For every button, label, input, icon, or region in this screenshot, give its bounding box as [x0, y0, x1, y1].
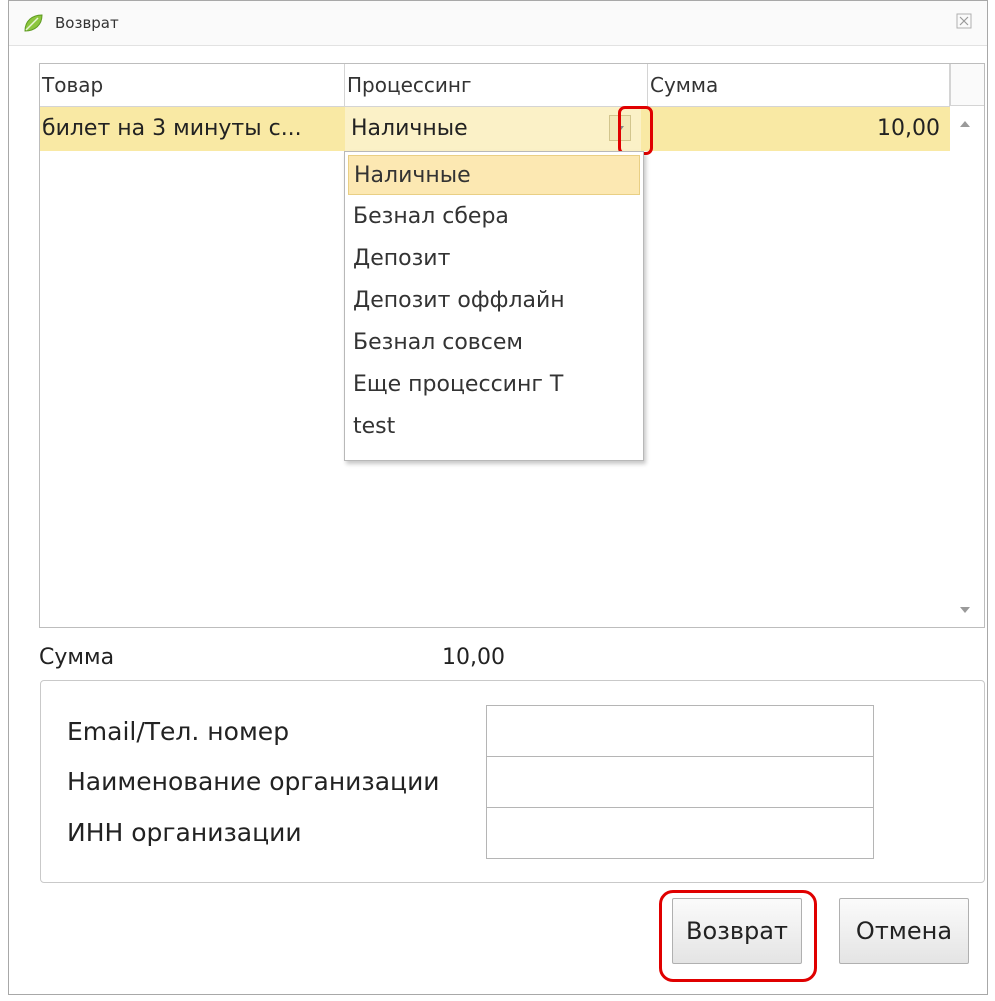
cell-amount[interactable]: 10,00	[648, 107, 944, 151]
org-name-label: Наименование организации	[67, 767, 440, 796]
dropdown-option[interactable]: Наличные	[348, 155, 640, 195]
vertical-scrollbar[interactable]	[950, 107, 984, 627]
scroll-up-icon[interactable]	[960, 121, 970, 127]
inn-field[interactable]	[486, 807, 874, 859]
close-icon[interactable]	[953, 13, 975, 35]
window-title: Возврат	[55, 14, 119, 32]
dropdown-option[interactable]: test	[348, 407, 640, 447]
processing-dropdown-list: Наличные Безнал сбера Депозит Депозит оф…	[344, 151, 644, 461]
email-field[interactable]	[486, 705, 874, 757]
dropdown-option[interactable]: Безнал совсем	[348, 323, 640, 363]
header-corner	[950, 64, 984, 106]
cancel-button[interactable]: Отмена	[839, 898, 969, 964]
return-dialog: Возврат Товар Процессинг Сумма билет на …	[8, 0, 988, 995]
scroll-down-icon[interactable]	[960, 607, 970, 613]
total-value: 10,00	[442, 645, 505, 670]
grid-header: Товар Процессинг Сумма	[40, 64, 950, 107]
processing-combobox-value: Наличные	[351, 116, 468, 141]
dropdown-option[interactable]: Безнал сбера	[348, 197, 640, 237]
column-header-amount[interactable]: Сумма	[648, 64, 950, 106]
cell-product[interactable]: билет на 3 минуты с...	[40, 107, 338, 151]
title-bar: Возврат	[9, 1, 987, 46]
processing-combobox[interactable]: Наличные	[345, 107, 641, 151]
dropdown-option[interactable]: Депозит оффлайн	[348, 281, 640, 321]
org-name-field[interactable]	[486, 756, 874, 808]
inn-label: ИНН организации	[67, 818, 302, 847]
email-label: Email/Тел. номер	[67, 717, 290, 746]
table-row[interactable]: билет на 3 минуты с... Наличные 10,00	[40, 107, 950, 151]
leaf-icon	[22, 12, 44, 34]
dropdown-option[interactable]: Еще процессинг Т	[348, 365, 640, 405]
column-header-product[interactable]: Товар	[40, 64, 345, 106]
highlight-ring	[659, 890, 817, 982]
total-label: Сумма	[39, 645, 115, 670]
highlight-ring	[618, 106, 653, 155]
customer-info-box: Email/Тел. номер Наименование организаци…	[40, 680, 985, 883]
column-header-processing[interactable]: Процессинг	[345, 64, 648, 106]
dropdown-option[interactable]: Депозит	[348, 239, 640, 279]
